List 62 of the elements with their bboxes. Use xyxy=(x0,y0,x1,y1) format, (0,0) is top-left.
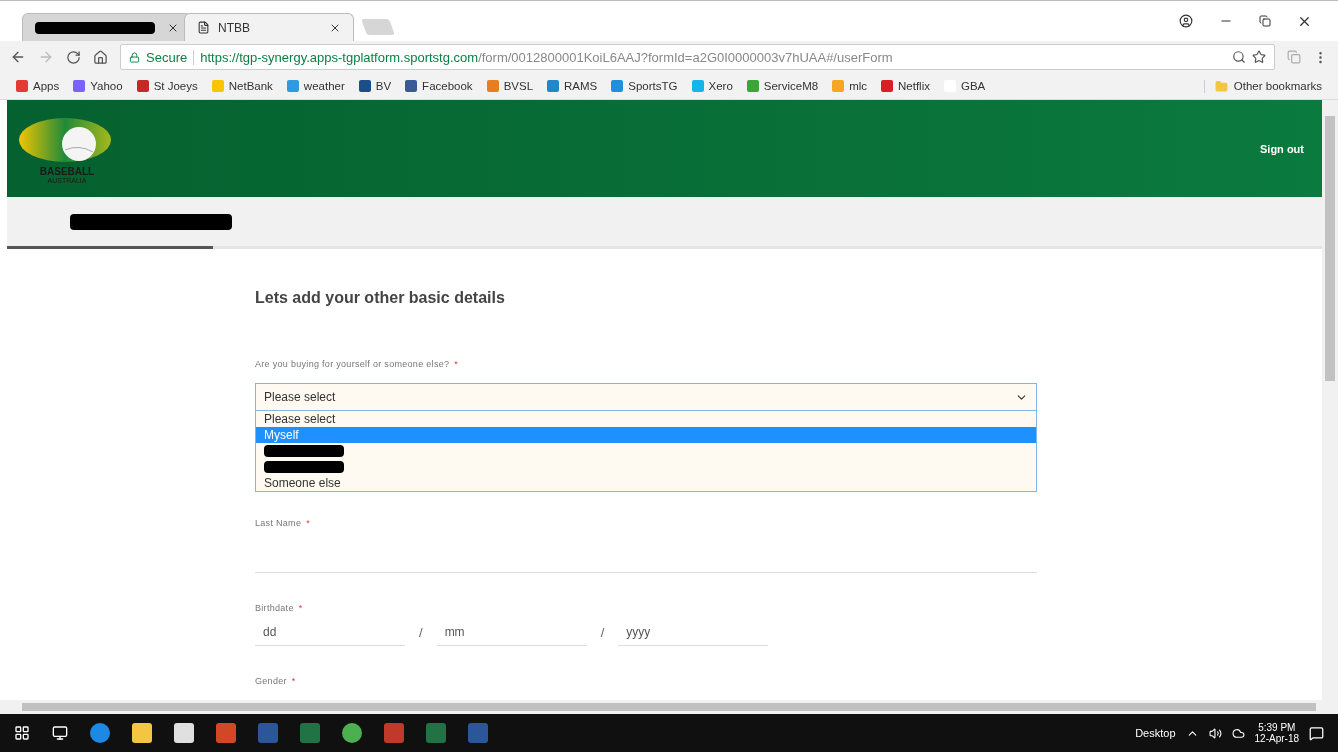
home-icon[interactable] xyxy=(93,49,108,65)
required-mark: * xyxy=(291,676,296,686)
desktop-label[interactable]: Desktop xyxy=(1135,727,1176,739)
folder-icon xyxy=(1214,79,1228,93)
address-bar[interactable]: Secure https://tgp-synergy.apps-tgplatform.sportstg.com/form/0012800001KoiL6AAJ?formId=a2G0I0000003v7hUAA#/userForm xyxy=(120,44,1275,70)
field-label: Last Name * xyxy=(255,518,312,528)
bookmark[interactable]: Facebook xyxy=(405,80,473,92)
sign-out-link[interactable]: Sign out xyxy=(1260,142,1304,155)
bookmark[interactable]: Apps xyxy=(16,80,60,92)
scroll-thumb[interactable] xyxy=(1325,116,1335,381)
bookmark[interactable]: BV xyxy=(358,80,392,92)
field-label: Are you buying for yourself or someone else? * xyxy=(255,359,460,369)
secure-label: Secure xyxy=(146,49,195,65)
dropdown-option[interactable]: Someone else xyxy=(256,475,1036,491)
horizontal-scrollbar[interactable] xyxy=(0,700,1338,714)
tab-title: NTBB xyxy=(218,20,250,35)
year-field[interactable]: yyyy xyxy=(618,619,769,646)
page-icon xyxy=(197,21,210,34)
vertical-scrollbar[interactable] xyxy=(1322,100,1338,700)
bookmark[interactable]: SportsTG xyxy=(611,80,678,92)
form-heading: Lets add your other basic details xyxy=(255,289,506,307)
volume-icon[interactable] xyxy=(1208,726,1222,740)
field-label: Birthdate * xyxy=(255,603,304,613)
bookmark[interactable]: NetBank xyxy=(211,80,273,92)
required-mark: * xyxy=(298,603,303,613)
bookmark[interactable]: St Joeys xyxy=(136,80,198,92)
other-bookmarks[interactable]: Other bookmarks xyxy=(1203,79,1322,93)
dropdown-option[interactable]: Please select xyxy=(256,411,1036,427)
bookmark[interactable]: GBA xyxy=(943,80,986,92)
scroll-thumb[interactable] xyxy=(22,703,1316,711)
restore-icon[interactable] xyxy=(1259,15,1271,27)
cloud-icon[interactable] xyxy=(1231,726,1245,740)
date-separator: / xyxy=(600,625,605,640)
browser-tab[interactable]: NTBB xyxy=(184,13,354,41)
month-field[interactable]: mm xyxy=(436,619,587,646)
url-host: https://tgp-synergy.apps-tgplatform.sportstg.com xyxy=(200,49,479,65)
start-icon[interactable] xyxy=(14,725,30,741)
bookmark[interactable]: Xero xyxy=(691,80,733,92)
url-path: /form/0012800001KoiL6AAJ?formId=a2G0I0000003v7hUAA#/userForm xyxy=(478,49,893,65)
bookmark[interactable]: Yahoo xyxy=(73,80,123,92)
lock-icon xyxy=(129,51,140,63)
reload-icon[interactable] xyxy=(66,49,81,65)
bookmark[interactable]: weather xyxy=(286,80,345,92)
back-icon[interactable] xyxy=(10,49,26,65)
bookmark[interactable]: Netflix xyxy=(881,80,930,92)
bookmark[interactable]: mlc xyxy=(832,80,867,92)
required-mark: * xyxy=(454,359,459,369)
logo-title: BASEBALL xyxy=(39,165,95,177)
select-field[interactable]: Please select xyxy=(255,383,1037,411)
day-field[interactable]: dd xyxy=(255,619,405,646)
bookmark[interactable]: RAMS xyxy=(547,80,598,92)
field-label: Gender * xyxy=(255,676,297,686)
task-view-icon[interactable] xyxy=(52,725,68,741)
required-mark: * xyxy=(306,518,311,528)
star-icon[interactable] xyxy=(1252,50,1266,64)
bookmark[interactable]: ServiceM8 xyxy=(746,80,819,92)
profile-icon[interactable] xyxy=(1179,14,1193,28)
zoom-icon[interactable] xyxy=(1232,50,1246,64)
notification-icon[interactable] xyxy=(1309,725,1324,741)
bookmark[interactable]: BVSL xyxy=(486,80,534,92)
clock[interactable]: 5:39 PM 12-Apr-18 xyxy=(1254,722,1299,744)
date-separator: / xyxy=(419,625,423,640)
